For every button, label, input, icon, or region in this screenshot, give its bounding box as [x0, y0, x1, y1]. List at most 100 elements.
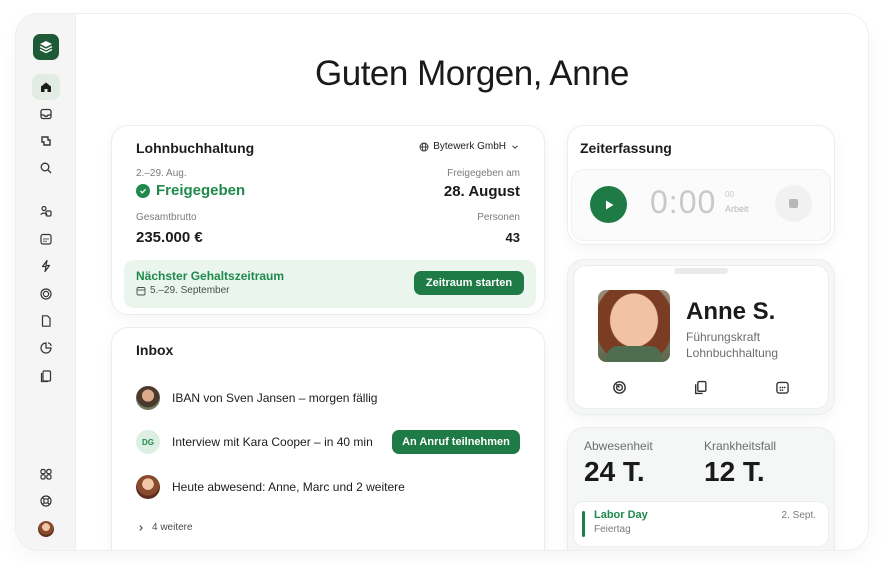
- sidebar-item-apps[interactable]: [32, 461, 60, 487]
- sidebar-item-home[interactable]: [32, 74, 60, 100]
- holiday-name: Labor Day: [594, 509, 648, 521]
- calendar-button[interactable]: [773, 378, 791, 396]
- absence-label: Abwesenheit: [584, 439, 653, 453]
- list-item[interactable]: DG Interview mit Kara Cooper – in 40 min…: [136, 428, 520, 456]
- profile-card: Anne S. Führungskraft Lohnbuchhaltung: [568, 260, 834, 414]
- gross-value: 235.000 €: [136, 229, 203, 246]
- join-call-button[interactable]: An Anruf teilnehmen: [392, 430, 520, 454]
- sidebar-item-people[interactable]: [32, 198, 60, 224]
- sidebar-item-time[interactable]: [32, 128, 60, 154]
- payroll-card[interactable]: Lohnbuchhaltung Bytewerk GmbH 2.–29. Aug…: [112, 126, 544, 314]
- next-period-dates: 5.–29. September: [136, 285, 230, 296]
- inbox-title: Inbox: [136, 342, 174, 358]
- show-more-link[interactable]: 4 weitere: [136, 522, 193, 533]
- calendar-icon: [40, 233, 52, 245]
- home-icon: [41, 82, 51, 92]
- sick-value: 12 T.: [704, 456, 765, 487]
- list-item[interactable]: IBAN von Sven Jansen – morgen fällig: [136, 384, 520, 412]
- logo-icon: [39, 41, 53, 54]
- play-icon: [605, 200, 613, 209]
- payroll-period: 2.–29. Aug.: [136, 168, 187, 179]
- sidebar-item-inbox[interactable]: [32, 101, 60, 127]
- app-logo[interactable]: [33, 34, 59, 60]
- holiday-marker: [582, 511, 585, 537]
- list-item-text: Heute abwesend: Anne, Marc und 2 weitere: [172, 480, 405, 494]
- sidebar-item-reports[interactable]: [32, 335, 60, 361]
- list-item[interactable]: Heute abwesend: Anne, Marc und 2 weitere: [136, 473, 520, 501]
- chevron-right-icon: [139, 524, 143, 531]
- list-item-text: IBAN von Sven Jansen – morgen fällig: [172, 391, 378, 405]
- sidebar-item-calendar[interactable]: [32, 226, 60, 252]
- files-icon: [694, 380, 707, 394]
- page-title: Guten Morgen, Anne: [315, 54, 630, 93]
- people-label: Personen: [477, 212, 520, 223]
- user-avatar[interactable]: [38, 521, 54, 537]
- time-tracking-card: Zeiterfassung 0:00 00 Arbeit: [568, 126, 834, 244]
- play-button[interactable]: [590, 186, 627, 223]
- start-period-button[interactable]: Zeitraum starten: [414, 271, 524, 295]
- documents-button[interactable]: [691, 378, 709, 396]
- status-text: Freigegeben: [156, 182, 246, 199]
- main-content: Guten Morgen, Anne Lohnbuchhaltung Bytew…: [76, 14, 868, 550]
- list-item-text: Interview mit Kara Cooper – in 40 min: [172, 435, 373, 449]
- sidebar-item-automation[interactable]: [32, 253, 60, 279]
- absence-value: 24 T.: [584, 456, 645, 487]
- company-name: Bytewerk GmbH: [433, 141, 506, 152]
- stop-button[interactable]: [775, 185, 812, 222]
- show-more-text: 4 weitere: [152, 522, 193, 533]
- goals-button[interactable]: [610, 378, 628, 396]
- inbox-icon: [40, 108, 52, 120]
- app-window: Guten Morgen, Anne Lohnbuchhaltung Bytew…: [16, 14, 868, 550]
- next-period-title: Nächster Gehaltszeitraum: [136, 269, 285, 283]
- target-icon: [612, 380, 626, 394]
- sidebar-item-search[interactable]: [32, 155, 60, 181]
- timer: 0:00 00 Arbeit: [572, 170, 830, 240]
- timer-clock: 0:00: [650, 184, 717, 220]
- sidebar-item-documents[interactable]: [32, 308, 60, 334]
- holiday-type: Feiertag: [594, 524, 631, 535]
- inbox-card: Inbox IBAN von Sven Jansen – morgen fäll…: [112, 328, 544, 550]
- flash-icon: [41, 259, 51, 273]
- sidebar-item-files[interactable]: [32, 363, 60, 389]
- avatar: [136, 386, 160, 410]
- search-icon: [40, 162, 52, 174]
- next-period-panel: Nächster Gehaltszeitraum 5.–29. Septembe…: [124, 260, 536, 308]
- time-tracking-title: Zeiterfassung: [580, 140, 672, 156]
- stop-icon: [789, 199, 798, 208]
- profile-department: Lohnbuchhaltung: [686, 346, 779, 360]
- sidebar-item-help[interactable]: [32, 488, 60, 514]
- absence-card: Abwesenheit 24 T. Krankheitsfall 12 T. L…: [568, 428, 834, 550]
- time-icon: [41, 136, 51, 146]
- sick-label: Krankheitsfall: [704, 439, 777, 453]
- company-selector[interactable]: Bytewerk GmbH: [419, 141, 520, 152]
- target-icon: [40, 288, 52, 300]
- gross-label: Gesamtbrutto: [136, 212, 197, 223]
- released-date: 28. August: [443, 183, 520, 200]
- released-label: Freigegeben am: [447, 168, 520, 179]
- timer-seconds: 00: [725, 190, 734, 199]
- payroll-title: Lohnbuchhaltung: [136, 140, 255, 156]
- timer-label: Arbeit: [725, 204, 749, 214]
- avatar: [136, 475, 160, 499]
- check-circle-icon: [136, 183, 150, 198]
- profile-role: Führungskraft: [686, 330, 761, 344]
- calendar-icon: [136, 286, 146, 295]
- chevron-down-icon: [512, 144, 518, 149]
- people-value: 43: [505, 230, 520, 245]
- next-period-date-text: 5.–29. September: [150, 285, 230, 296]
- files-icon: [40, 370, 52, 383]
- profile-photo: [598, 290, 670, 362]
- document-icon: [41, 315, 51, 327]
- sidebar-item-goals[interactable]: [32, 281, 60, 307]
- help-icon: [40, 495, 52, 507]
- sidebar: [16, 14, 76, 550]
- globe-icon: [419, 142, 429, 151]
- profile-panel: Anne S. Führungskraft Lohnbuchhaltung: [574, 266, 828, 408]
- calendar-icon: [775, 381, 789, 394]
- holiday-item[interactable]: Labor Day Feiertag 2. Sept.: [574, 502, 828, 546]
- status-badge: Freigegeben: [136, 182, 245, 199]
- profile-name: Anne S.: [686, 298, 776, 325]
- chart-icon: [40, 342, 52, 354]
- holiday-date: 2. Sept.: [781, 510, 816, 521]
- avatar: DG: [136, 430, 160, 454]
